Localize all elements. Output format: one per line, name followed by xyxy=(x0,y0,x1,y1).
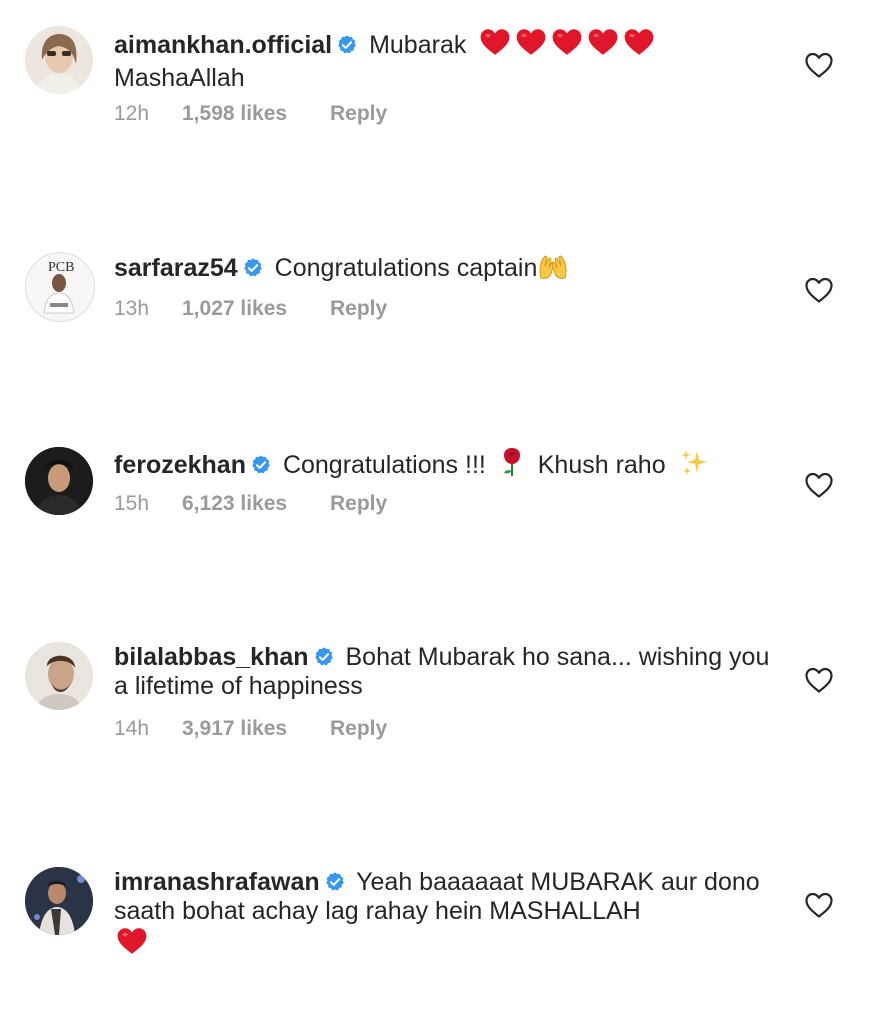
username[interactable]: sarfaraz54 xyxy=(114,254,238,282)
avatar-image xyxy=(25,642,93,710)
comment-body-2: Khush raho xyxy=(537,451,666,479)
heart-outline-icon xyxy=(804,51,834,79)
comment-meta: 13h 1,027 likes Reply xyxy=(114,297,387,321)
like-button[interactable] xyxy=(804,666,834,694)
avatar-image xyxy=(25,447,93,515)
red-heart-icon xyxy=(116,926,148,963)
like-button[interactable] xyxy=(804,471,834,499)
verified-badge-icon xyxy=(324,871,346,893)
comment-body: Congratulations !!! xyxy=(282,451,486,479)
timestamp: 15h xyxy=(114,492,150,515)
timestamp: 12h xyxy=(114,102,150,125)
avatar-image: PCB xyxy=(26,253,94,321)
avatar[interactable] xyxy=(25,447,93,515)
comment-body-line2: MashaAllah xyxy=(114,64,245,92)
avatar-image xyxy=(25,26,93,94)
timestamp: 14h xyxy=(114,717,150,740)
username[interactable]: ferozekhan xyxy=(114,451,246,479)
reply-button[interactable]: Reply xyxy=(330,717,387,741)
avatar-image xyxy=(25,867,93,935)
comment-meta: 14h 3,917 likes Reply xyxy=(114,717,387,741)
likes-count[interactable]: 1,027 likes xyxy=(182,297,330,321)
heart-outline-icon xyxy=(804,276,834,304)
reply-button[interactable]: Reply xyxy=(330,102,387,126)
comment-text: sarfaraz54 Congratulations captain xyxy=(114,252,764,287)
username[interactable]: bilalabbas_khan xyxy=(114,643,309,671)
likes-count[interactable]: 3,917 likes xyxy=(182,717,330,741)
avatar[interactable] xyxy=(25,867,93,935)
verified-badge-icon xyxy=(313,646,335,668)
like-button[interactable] xyxy=(804,891,834,919)
verified-badge-icon xyxy=(242,257,264,279)
red-heart-icon xyxy=(480,29,654,55)
red-heart-emojis xyxy=(479,27,654,64)
verified-badge-icon xyxy=(336,34,358,56)
sparkles-icon xyxy=(679,447,709,484)
comment-text: bilalabbas_khan Bohat Mubarak ho sana...… xyxy=(114,643,774,701)
comment-text: aimankhan.official Mubarak MashaAllah xyxy=(114,27,764,93)
svg-text:PCB: PCB xyxy=(48,260,74,275)
comment-body: Mubarak xyxy=(369,31,467,59)
comment-meta: 15h 6,123 likes Reply xyxy=(114,492,387,516)
comment-body: Congratulations captain xyxy=(274,254,538,282)
username[interactable]: imranashrafawan xyxy=(114,868,320,896)
reply-button[interactable]: Reply xyxy=(330,492,387,516)
avatar[interactable] xyxy=(25,642,93,710)
verified-badge-icon xyxy=(250,454,272,476)
heart-outline-icon xyxy=(804,471,834,499)
username[interactable]: aimankhan.official xyxy=(114,31,332,59)
timestamp: 13h xyxy=(114,297,150,320)
comment-meta: 12h 1,598 likes Reply xyxy=(114,102,387,126)
likes-count[interactable]: 1,598 likes xyxy=(182,102,330,126)
heart-outline-icon xyxy=(804,666,834,694)
comment-text: ferozekhan Congratulations !!! Khush rah… xyxy=(114,447,764,484)
reply-button[interactable]: Reply xyxy=(330,297,387,321)
like-button[interactable] xyxy=(804,51,834,79)
rose-icon xyxy=(499,447,525,484)
comment-text: imranashrafawan Yeah baaaaaat MUBARAK au… xyxy=(114,868,774,963)
avatar[interactable]: PCB xyxy=(25,252,95,322)
likes-count[interactable]: 6,123 likes xyxy=(182,492,330,516)
avatar[interactable] xyxy=(25,26,93,94)
like-button[interactable] xyxy=(804,276,834,304)
raised-hands-icon xyxy=(537,252,569,287)
heart-outline-icon xyxy=(804,891,834,919)
